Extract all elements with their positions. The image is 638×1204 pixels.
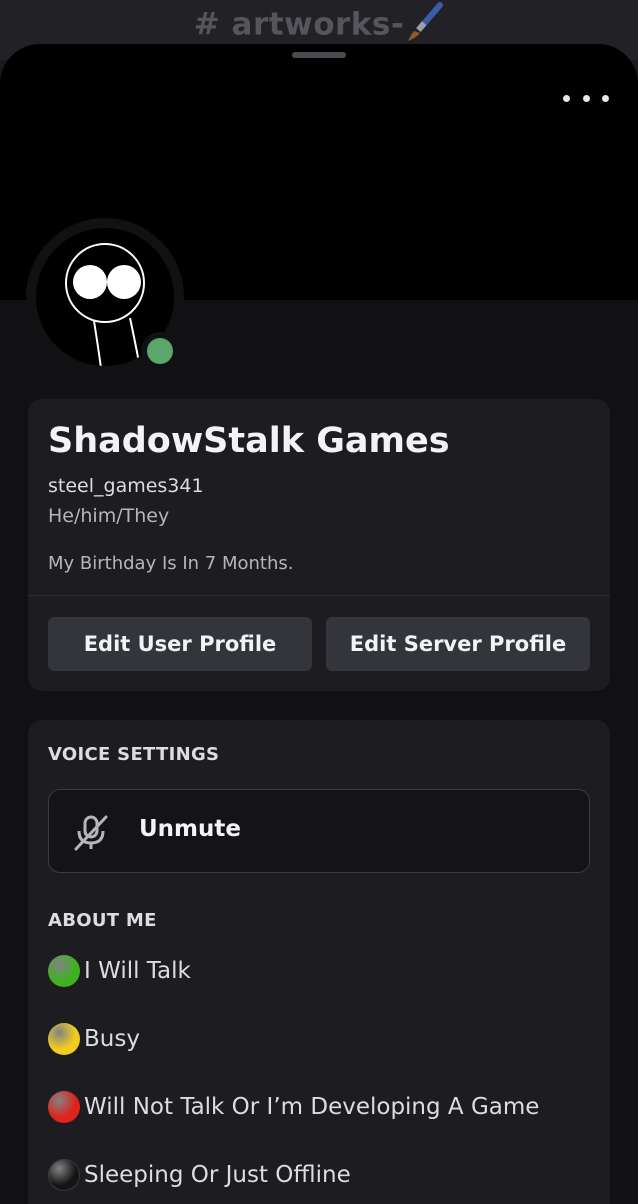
display-name: ShadowStalk Games bbox=[48, 421, 450, 461]
unmute-button[interactable]: Unmute bbox=[48, 789, 590, 873]
username: steel_games341 bbox=[48, 475, 204, 497]
about-line: Will Not Talk Or I’m Developing A Game bbox=[48, 1091, 539, 1123]
red-circle-icon bbox=[48, 1091, 80, 1123]
online-status-indicator bbox=[147, 338, 173, 364]
yellow-circle-icon bbox=[48, 1023, 80, 1055]
black-circle-icon bbox=[48, 1159, 80, 1191]
edit-server-profile-button[interactable]: Edit Server Profile bbox=[326, 617, 590, 671]
about-line-text: I Will Talk bbox=[84, 958, 191, 984]
bio-text: My Birthday Is In 7 Months. bbox=[48, 553, 294, 574]
about-line-text: Sleeping Or Just Offline bbox=[84, 1162, 351, 1188]
paintbrush-icon bbox=[406, 2, 444, 50]
edit-user-profile-button[interactable]: Edit User Profile bbox=[48, 617, 312, 671]
divider bbox=[28, 595, 610, 596]
channel-name: # artworks- bbox=[193, 6, 405, 43]
sheet-grabber[interactable] bbox=[292, 52, 346, 58]
about-me-heading: ABOUT ME bbox=[48, 910, 157, 931]
more-options-button[interactable] bbox=[563, 88, 609, 108]
unmute-label: Unmute bbox=[139, 816, 241, 842]
profile-sheet: ShadowStalk Games steel_games341 He/him/… bbox=[0, 44, 638, 1204]
green-circle-icon bbox=[48, 955, 80, 987]
more-dot-icon bbox=[602, 94, 609, 102]
about-line: Busy bbox=[48, 1023, 140, 1055]
about-line: Sleeping Or Just Offline bbox=[48, 1159, 351, 1191]
settings-card: VOICE SETTINGS Unmute ABOUT ME I Will Ta… bbox=[28, 720, 610, 1204]
mic-muted-icon bbox=[74, 815, 108, 851]
more-dot-icon bbox=[563, 94, 570, 102]
about-line: I Will Talk bbox=[48, 955, 191, 987]
profile-card: ShadowStalk Games steel_games341 He/him/… bbox=[28, 399, 610, 691]
pronouns: He/him/They bbox=[48, 505, 170, 527]
more-dot-icon bbox=[582, 94, 590, 102]
channel-title: # artworks- bbox=[0, 2, 638, 50]
voice-settings-heading: VOICE SETTINGS bbox=[48, 744, 220, 765]
about-line-text: Will Not Talk Or I’m Developing A Game bbox=[84, 1094, 540, 1120]
about-line-text: Busy bbox=[84, 1026, 140, 1052]
